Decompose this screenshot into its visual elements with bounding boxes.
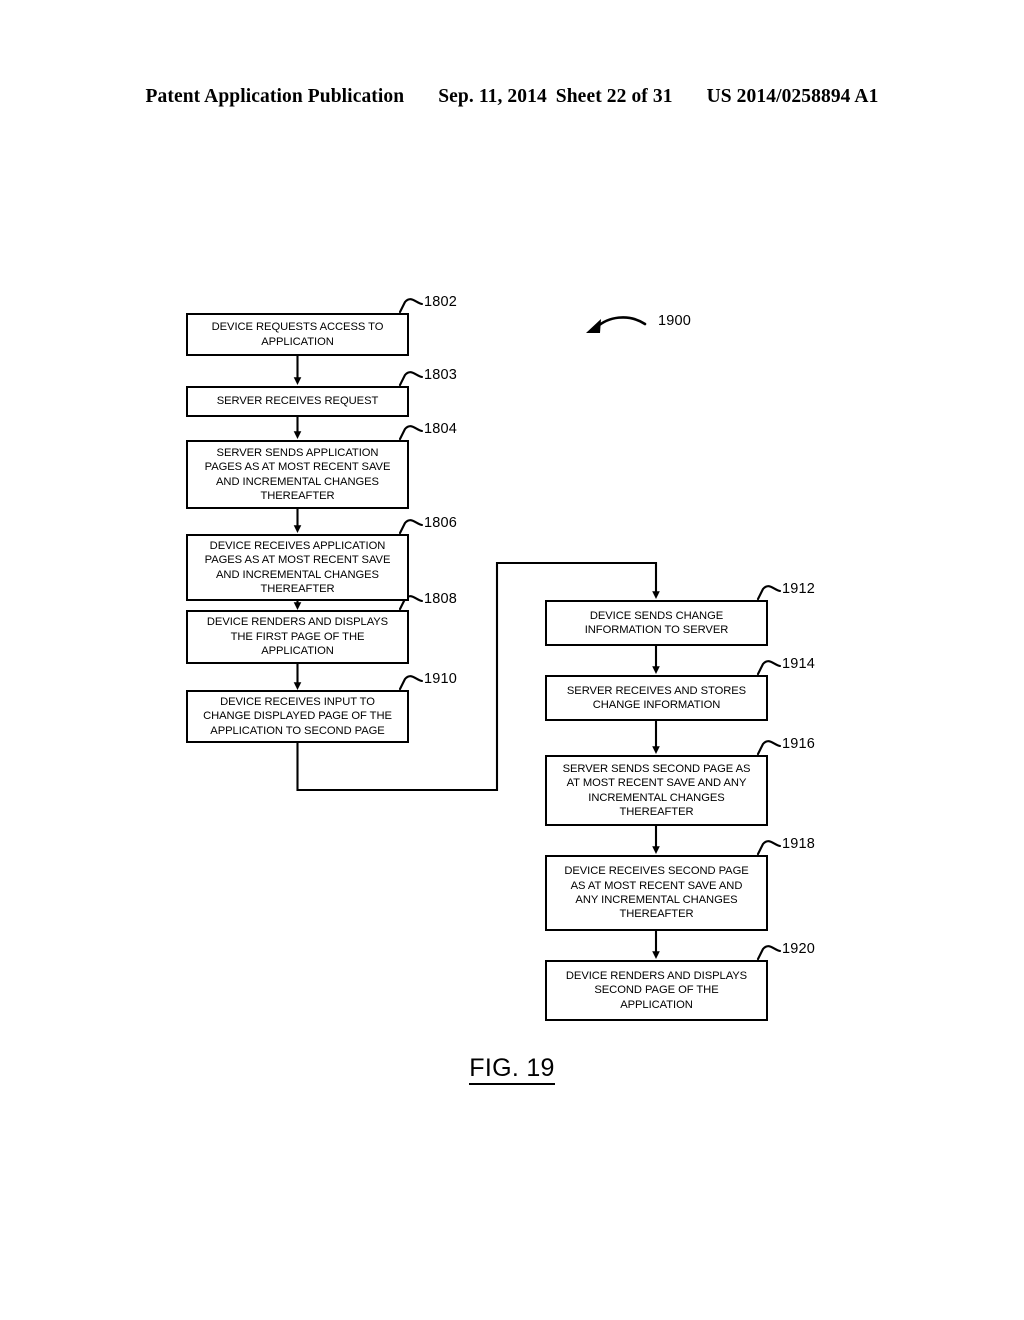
flow-box-1914[interactable]: SERVER RECEIVES AND STORES CHANGE INFORM… [545, 675, 768, 721]
ref-numeral-1914: 1914 [782, 656, 816, 672]
ref-numeral-1803: 1803 [424, 367, 458, 383]
flow-box-1918[interactable]: DEVICE RECEIVES SECOND PAGE AS AT MOST R… [545, 855, 768, 931]
leader-1806 [398, 519, 424, 535]
flow-box-1912[interactable]: DEVICE SENDS CHANGE INFORMATION TO SERVE… [545, 600, 768, 646]
leader-1918 [756, 840, 782, 856]
ref-numeral-1920: 1920 [782, 941, 816, 957]
flowchart-connectors [293, 298, 782, 961]
ref-numeral-1802: 1802 [424, 294, 458, 310]
ref-numeral-1918: 1918 [782, 836, 816, 852]
ref-numeral-1900: 1900 [658, 313, 692, 329]
ref-numeral-1912: 1912 [782, 581, 816, 597]
flow-box-1802[interactable]: DEVICE REQUESTS ACCESS TO APPLICATION [186, 313, 409, 356]
ref-numeral-1804: 1804 [424, 421, 458, 437]
flow-box-1808[interactable]: DEVICE RENDERS AND DISPLAYS THE FIRST PA… [186, 610, 409, 664]
ref-numeral-1806: 1806 [424, 515, 458, 531]
leader-1914 [756, 660, 782, 676]
leader-1803 [398, 371, 424, 387]
leader-1802 [398, 298, 424, 314]
ref-numeral-1910: 1910 [424, 671, 458, 687]
flow-box-1916[interactable]: SERVER SENDS SECOND PAGE AS AT MOST RECE… [545, 755, 768, 826]
flow-box-1804[interactable]: SERVER SENDS APPLICATION PAGES AS AT MOS… [186, 440, 409, 509]
leader-1920 [756, 945, 782, 961]
ref-numeral-1808: 1808 [424, 591, 458, 607]
figure-19-flowchart: DEVICE REQUESTS ACCESS TO APPLICATION SE… [0, 0, 1024, 1320]
figure-caption: FIG. 19 [0, 1054, 1024, 1085]
ref-numeral-1916: 1916 [782, 736, 816, 752]
leader-1912 [756, 585, 782, 601]
figure-caption-text: FIG. 19 [469, 1054, 555, 1085]
figure-label-pointer-1900 [586, 316, 647, 333]
flow-box-1803[interactable]: SERVER RECEIVES REQUEST [186, 386, 409, 417]
leader-1916 [756, 740, 782, 756]
flow-box-1920[interactable]: DEVICE RENDERS AND DISPLAYS SECOND PAGE … [545, 960, 768, 1021]
leader-1804 [398, 425, 424, 441]
flow-box-1806[interactable]: DEVICE RECEIVES APPLICATION PAGES AS AT … [186, 534, 409, 601]
flow-box-1910[interactable]: DEVICE RECEIVES INPUT TO CHANGE DISPLAYE… [186, 690, 409, 743]
leader-1910 [398, 675, 424, 691]
